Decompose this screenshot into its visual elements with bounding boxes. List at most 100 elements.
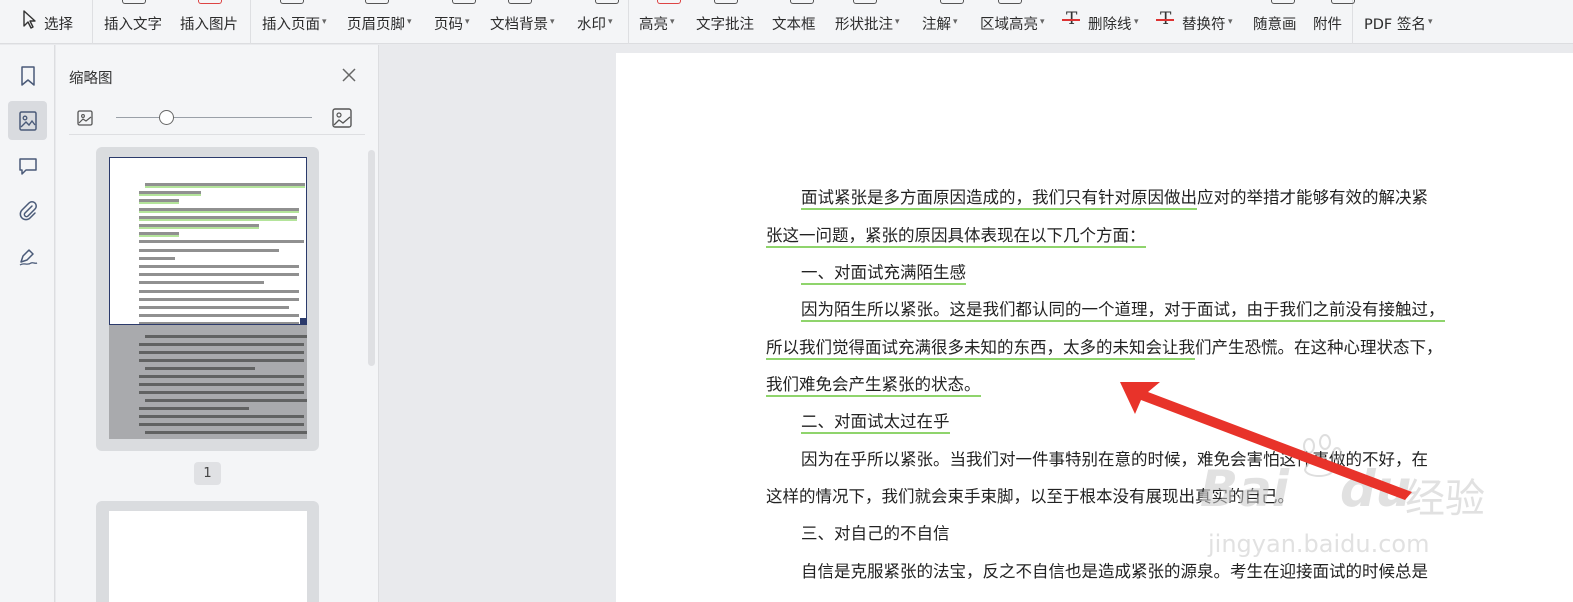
chevron-down-icon: ▾	[465, 17, 470, 27]
toolbar-item-label: 文档背景	[490, 17, 548, 33]
zoom-slider-track[interactable]	[116, 117, 312, 118]
thumbnail-text-line	[139, 383, 304, 386]
underlined-text: 二、对面试太过在乎	[801, 412, 950, 434]
chevron-down-icon: ▾	[322, 17, 327, 27]
toolbar-icon	[790, 0, 814, 4]
underlined-text: 一、对面试充满陌生感	[801, 263, 966, 285]
document-paragraph: 张这一问题，紧张的原因具体表现在以下几个方面：	[766, 225, 1146, 248]
watermark-cn: 经验	[1405, 476, 1485, 522]
body-text: 应对的举措才能够有效的解决紧	[1197, 188, 1428, 207]
panel-scrollbar[interactable]	[368, 150, 375, 366]
toolbar-icon	[452, 0, 476, 4]
toolbar-icon	[853, 0, 877, 4]
toolbar-item-label: 水印	[577, 17, 606, 33]
toolbar-item-label: 插入页面	[262, 17, 320, 33]
thumbnail-text-line	[145, 399, 307, 402]
zoom-slider-knob[interactable]	[159, 110, 174, 125]
toolbar-icon	[508, 0, 532, 4]
toolbar-icon	[595, 0, 619, 4]
toolbar-item-label: 文字批注	[696, 17, 754, 33]
rail-attachment-button[interactable]	[8, 191, 47, 230]
toolbar-item-label: 随意画	[1253, 17, 1297, 33]
toolbar-item-label: 替换符	[1182, 17, 1226, 33]
document-paragraph: 二、对面试太过在乎	[801, 411, 950, 434]
toolbar-icon	[714, 0, 738, 4]
body-text: 三、对自己的不自信	[801, 524, 950, 543]
document-paragraph: 所以我们觉得面试充满很多未知的东西，太多的未知会让我们产生恐慌。在这种心理状态下…	[766, 337, 1443, 360]
page-number-badge: 1	[194, 462, 221, 485]
document-paragraph: 因为陌生所以紧张。这是我们都认同的一个道理，对于面试，由于我们之前没有接触过，	[801, 299, 1445, 322]
thumbnail-page-preview	[109, 511, 307, 602]
toolbar-icon	[1271, 0, 1295, 4]
document-paragraph: 面试紧张是多方面原因造成的，我们只有针对原因做出应对的举措才能够有效的解决紧	[801, 187, 1428, 210]
rail-thumbnail-button[interactable]	[8, 101, 47, 140]
thumbnail-panel: 缩略图 1	[56, 45, 379, 602]
chevron-down-icon: ▾	[550, 17, 555, 27]
page-thumbnail-2[interactable]	[96, 501, 319, 602]
toolbar-separator	[250, 0, 251, 44]
thumbnail-zoom-control	[76, 107, 366, 129]
signature-icon	[19, 248, 37, 266]
toolbar-item-label: 高亮	[639, 17, 668, 33]
zoom-in-image-icon[interactable]	[331, 107, 353, 129]
watermark-url: jingyan.baidu.com	[1208, 530, 1430, 558]
thumbnail-icon	[18, 110, 37, 131]
comment-icon	[18, 157, 37, 175]
underlined-text: 张这一问题，紧张的原因具体表现在以下几个方面：	[766, 226, 1146, 248]
thumbnail-text-line	[139, 351, 304, 354]
thumbnail-text-line	[139, 375, 304, 378]
paw-icon	[1303, 434, 1342, 477]
chevron-down-icon: ▾	[953, 17, 958, 27]
chevron-down-icon: ▾	[1040, 17, 1045, 27]
page-thumbnail-1[interactable]	[96, 147, 319, 451]
bookmark-icon	[20, 65, 35, 86]
toolbar-item-label: 页码	[434, 17, 463, 33]
toolbar-item-label: 插入图片	[180, 17, 238, 33]
thumbnail-text-line	[145, 335, 307, 338]
body-text: 们产生恐慌。在这种心理状态下，	[1195, 338, 1443, 357]
toolbar-separator	[1352, 0, 1353, 44]
watermark-brand-2: du	[1340, 460, 1412, 518]
thumbnail-text-line	[139, 343, 304, 346]
toolbar-icon	[1331, 0, 1355, 4]
watermark-brand: Bai	[1200, 460, 1289, 518]
chevron-down-icon: ▾	[407, 17, 412, 27]
rail-bookmark-button[interactable]	[8, 56, 47, 95]
toolbar-item-label: 区域高亮	[980, 17, 1038, 33]
chevron-down-icon: ▾	[1134, 17, 1139, 27]
chevron-down-icon: ▾	[670, 17, 675, 27]
chevron-down-icon: ▾	[1428, 17, 1433, 27]
thumbnail-viewport-frame[interactable]	[109, 157, 307, 325]
panel-divider	[69, 134, 365, 135]
underlined-text: 面试紧张是多方面原因造成的，我们只有针对原因做出	[801, 188, 1197, 210]
thumbnail-page-preview	[109, 157, 307, 439]
panel-title: 缩略图	[69, 71, 113, 87]
toolbar-item-label: 删除线	[1088, 17, 1132, 33]
toolbar-icon	[198, 0, 222, 4]
attachment-icon	[19, 200, 37, 220]
thumbnail-text-line	[139, 359, 304, 362]
close-icon[interactable]	[339, 65, 359, 85]
underlined-text: 因为陌生所以紧张。这是我们都认同的一个道理，对于面试，由于我们之前没有接触过，	[801, 300, 1445, 322]
strike-mark	[1062, 19, 1080, 21]
toolbar-item-label: 文本框	[772, 17, 816, 33]
toolbar-item-label: 页眉页脚	[347, 17, 405, 33]
document-paragraph: 我们难免会产生紧张的状态。	[766, 374, 981, 397]
toolbar-icon	[122, 0, 146, 4]
chevron-down-icon: ▾	[1228, 17, 1233, 27]
underlined-text: 我们难免会产生紧张的状态。	[766, 375, 981, 397]
chevron-down-icon: ▾	[895, 17, 900, 27]
select-tool-label: 选择	[44, 17, 73, 33]
toolbar-separator	[92, 0, 93, 44]
thumbnail-resize-handle[interactable]	[300, 318, 306, 324]
toolbar-icon	[657, 0, 681, 4]
rail-comment-button[interactable]	[8, 146, 47, 185]
thumbnail-text-line	[139, 407, 249, 410]
zoom-out-image-icon[interactable]	[76, 109, 94, 127]
rail-signature-button[interactable]	[8, 236, 47, 275]
thumbnail-unviewed-area	[109, 324, 307, 439]
toolbar-icon	[998, 0, 1022, 4]
toolbar-separator	[628, 0, 629, 44]
toolbar-icon	[365, 0, 389, 4]
chevron-down-icon: ▾	[608, 17, 613, 27]
